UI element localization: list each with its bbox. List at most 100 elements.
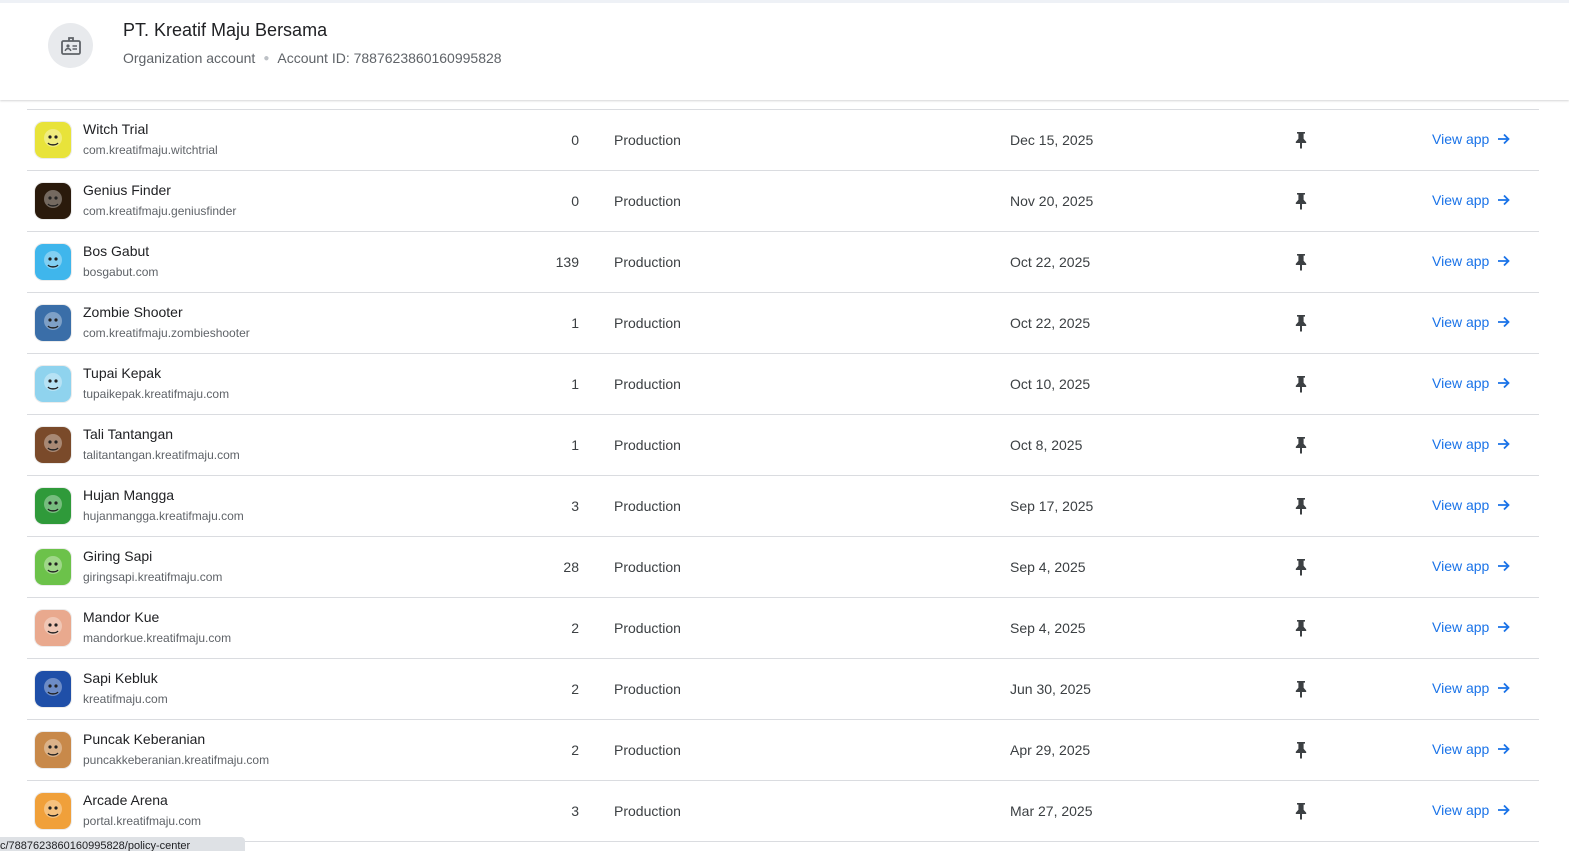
view-app-link[interactable]: View app [1432, 680, 1511, 696]
app-package: com.kreatifmaju.zombieshooter [83, 326, 250, 340]
app-count: 3 [571, 803, 579, 819]
app-icon [35, 671, 71, 707]
app-count: 139 [555, 254, 579, 270]
table-row[interactable]: Puncak Keberanian puncakkeberanian.kreat… [27, 720, 1539, 781]
app-date: Oct 10, 2025 [1010, 376, 1091, 392]
view-app-link[interactable]: View app [1432, 314, 1511, 330]
pin-icon[interactable] [1293, 497, 1309, 515]
app-status: Production [614, 193, 681, 209]
pin-icon[interactable] [1293, 253, 1309, 271]
table-row[interactable]: Tupai Kepak tupaikepak.kreatifmaju.com 1… [27, 354, 1539, 415]
view-app-link[interactable]: View app [1432, 619, 1511, 635]
app-package: portal.kreatifmaju.com [83, 814, 202, 828]
app-status: Production [614, 376, 681, 392]
app-name[interactable]: Tali Tantangan [83, 426, 173, 442]
app-package: mandorkue.kreatifmaju.com [83, 631, 232, 645]
app-package: puncakkeberanian.kreatifmaju.com [83, 753, 270, 767]
app-name[interactable]: Witch Trial [83, 121, 148, 137]
arrow-right-icon [1498, 255, 1511, 267]
pin-icon[interactable] [1293, 619, 1309, 637]
app-package: giringsapi.kreatifmaju.com [83, 570, 223, 584]
view-app-link[interactable]: View app [1432, 192, 1511, 208]
arrow-right-icon [1498, 316, 1511, 328]
table-row[interactable]: Witch Trial com.kreatifmaju.witchtrial 0… [27, 110, 1539, 171]
app-count: 0 [571, 132, 579, 148]
table-row[interactable]: Arcade Arena portal.kreatifmaju.com 3 Pr… [27, 781, 1539, 842]
table-row[interactable]: Bos Gabut bosgabut.com 139 Production Oc… [27, 232, 1539, 293]
table-row[interactable]: Hujan Mangga hujanmangga.kreatifmaju.com… [27, 476, 1539, 537]
view-app-label: View app [1432, 192, 1490, 208]
app-date: Sep 4, 2025 [1010, 559, 1086, 575]
app-name[interactable]: Sapi Kebluk [83, 670, 158, 686]
org-meta: Organization account ● Account ID: 78876… [123, 50, 502, 66]
account-type: Organization account [123, 50, 256, 66]
app-name[interactable]: Puncak Keberanian [83, 731, 205, 747]
app-icon [35, 488, 71, 524]
view-app-link[interactable]: View app [1432, 741, 1511, 757]
app-icon [35, 305, 71, 341]
pin-icon[interactable] [1293, 802, 1309, 820]
app-name[interactable]: Arcade Arena [83, 792, 168, 808]
pin-icon[interactable] [1293, 375, 1309, 393]
pin-icon[interactable] [1293, 314, 1309, 332]
view-app-label: View app [1432, 253, 1490, 269]
arrow-right-icon [1498, 743, 1511, 755]
app-date: Oct 22, 2025 [1010, 254, 1091, 270]
app-package: tupaikepak.kreatifmaju.com [83, 387, 230, 401]
view-app-link[interactable]: View app [1432, 497, 1511, 513]
arrow-right-icon [1498, 377, 1511, 389]
pin-icon[interactable] [1293, 680, 1309, 698]
view-app-link[interactable]: View app [1432, 253, 1511, 269]
app-status: Production [614, 559, 681, 575]
app-count: 28 [563, 559, 579, 575]
app-name[interactable]: Zombie Shooter [83, 304, 183, 320]
app-name[interactable]: Mandor Kue [83, 609, 159, 625]
app-package: bosgabut.com [83, 265, 159, 279]
account-id: Account ID: 7887623860160995828 [277, 50, 502, 66]
view-app-link[interactable]: View app [1432, 802, 1511, 818]
app-status: Production [614, 437, 681, 453]
app-date: Dec 15, 2025 [1010, 132, 1094, 148]
app-count: 1 [571, 437, 579, 453]
table-row[interactable]: Tali Tantangan talitantangan.kreatifmaju… [27, 415, 1539, 476]
app-name[interactable]: Giring Sapi [83, 548, 152, 564]
table-row[interactable]: Zombie Shooter com.kreatifmaju.zombiesho… [27, 293, 1539, 354]
app-icon [35, 732, 71, 768]
table-row[interactable]: Mandor Kue mandorkue.kreatifmaju.com 2 P… [27, 598, 1539, 659]
app-date: Nov 20, 2025 [1010, 193, 1094, 209]
app-count: 0 [571, 193, 579, 209]
org-header: PT. Kreatif Maju Bersama Organization ac… [0, 0, 1569, 100]
view-app-link[interactable]: View app [1432, 375, 1511, 391]
app-package: com.kreatifmaju.witchtrial [83, 143, 218, 157]
view-app-label: View app [1432, 558, 1490, 574]
app-count: 2 [571, 742, 579, 758]
view-app-label: View app [1432, 680, 1490, 696]
app-name[interactable]: Hujan Mangga [83, 487, 174, 503]
app-status: Production [614, 620, 681, 636]
table-row[interactable]: Giring Sapi giringsapi.kreatifmaju.com 2… [27, 537, 1539, 598]
view-app-link[interactable]: View app [1432, 436, 1511, 452]
table-row[interactable]: Genius Finder com.kreatifmaju.geniusfind… [27, 171, 1539, 232]
app-status: Production [614, 498, 681, 514]
arrow-right-icon [1498, 133, 1511, 145]
app-name[interactable]: Genius Finder [83, 182, 171, 198]
arrow-right-icon [1498, 499, 1511, 511]
app-status: Production [614, 254, 681, 270]
pin-icon[interactable] [1293, 741, 1309, 759]
app-date: Mar 27, 2025 [1010, 803, 1093, 819]
pin-icon[interactable] [1293, 558, 1309, 576]
view-app-link[interactable]: View app [1432, 558, 1511, 574]
view-app-link[interactable]: View app [1432, 131, 1511, 147]
app-name[interactable]: Bos Gabut [83, 243, 149, 259]
app-name[interactable]: Tupai Kepak [83, 365, 161, 381]
app-icon [35, 366, 71, 402]
pin-icon[interactable] [1293, 436, 1309, 454]
view-app-label: View app [1432, 741, 1490, 757]
badge-icon [48, 23, 93, 68]
view-app-label: View app [1432, 375, 1490, 391]
table-row[interactable]: Sapi Kebluk kreatifmaju.com 2 Production… [27, 659, 1539, 720]
pin-icon[interactable] [1293, 192, 1309, 210]
pin-icon[interactable] [1293, 131, 1309, 149]
arrow-right-icon [1498, 438, 1511, 450]
org-name: PT. Kreatif Maju Bersama [123, 20, 328, 40]
